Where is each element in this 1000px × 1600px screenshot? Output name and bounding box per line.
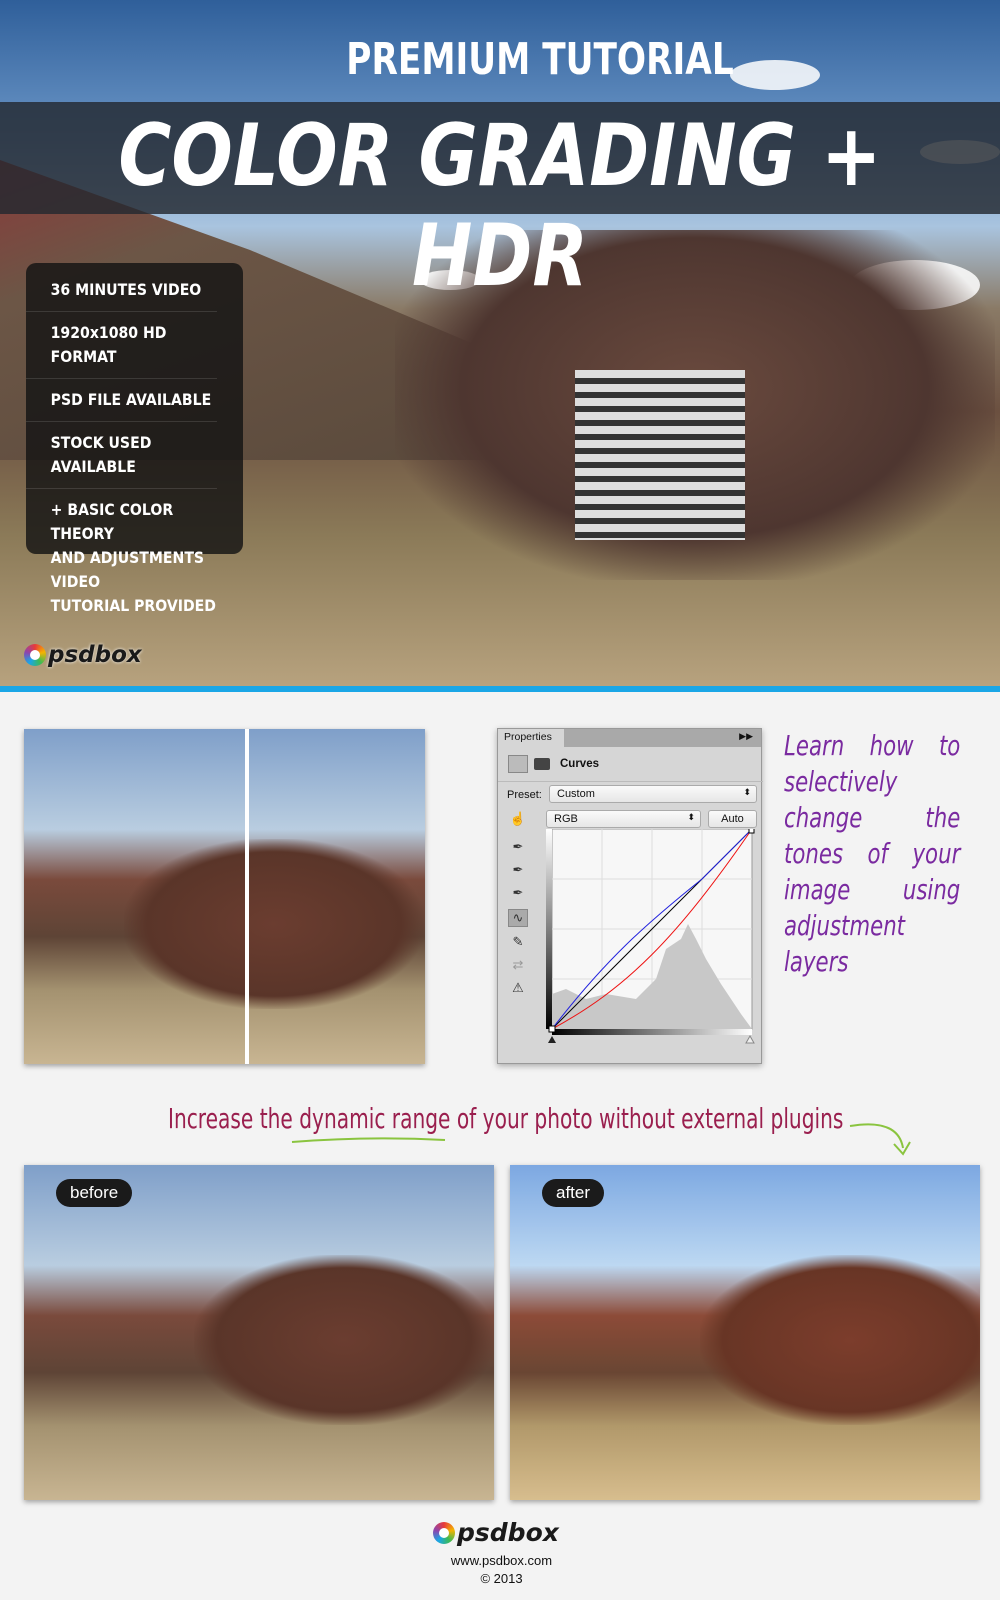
after-image: after: [510, 1165, 980, 1500]
footer-logo[interactable]: psdbox: [433, 1518, 559, 1547]
accent-divider: [0, 686, 1000, 692]
feature-item: + BASIC COLOR THEORY AND ADJUSTMENTS VID…: [50, 500, 216, 615]
kicker-title: PREMIUM TUTORIAL: [346, 34, 734, 85]
adjustment-name: Curves: [560, 758, 599, 770]
smooth-icon[interactable]: ⇄: [508, 957, 528, 975]
feature-item: PSD FILE AVAILABLE: [26, 379, 217, 422]
truck-grille: [575, 370, 745, 540]
hero-logo: psdbox: [24, 642, 142, 668]
feature-list: 36 MINUTES VIDEO 1920x1080 HD FORMAT PSD…: [26, 263, 243, 615]
mask-icon[interactable]: [534, 758, 550, 770]
before-image: before: [24, 1165, 494, 1500]
preset-select[interactable]: Custom ⬍: [549, 785, 757, 803]
feature-item: 36 MINUTES VIDEO: [26, 269, 217, 312]
logo-text: psdbox: [48, 642, 142, 668]
on-image-adjust-icon[interactable]: ☝: [508, 811, 528, 829]
feature-item: 1920x1080 HD FORMAT: [26, 312, 217, 379]
split-divider: [245, 729, 249, 1064]
black-eyedropper-icon[interactable]: ✒: [508, 839, 528, 857]
clipping-warning-icon[interactable]: ⚠: [508, 980, 528, 998]
white-point-slider[interactable]: [745, 1034, 755, 1044]
feature-item: STOCK USED AVAILABLE: [26, 422, 217, 489]
curves-description: Learn how to selectively change the tone…: [784, 729, 961, 978]
pencil-icon[interactable]: ✎: [508, 934, 528, 952]
footer-url[interactable]: www.psdbox.com: [0, 1553, 1000, 1568]
tab-properties[interactable]: Properties: [498, 729, 564, 747]
gray-eyedropper-icon[interactable]: ✒: [508, 862, 528, 880]
channel-value: RGB: [554, 813, 578, 825]
footer-copyright: © 2013: [480, 1571, 523, 1586]
channel-select[interactable]: RGB ⬍: [546, 810, 701, 828]
preset-label: Preset:: [507, 789, 542, 801]
logo-text: psdbox: [457, 1518, 559, 1547]
double-chevron-right-icon[interactable]: ▶▶: [739, 731, 753, 742]
psdbox-logo-icon: [433, 1521, 455, 1544]
split-comparison-image: [24, 729, 425, 1064]
psdbox-logo-icon: [24, 644, 46, 666]
curve-points-icon[interactable]: ∿: [508, 909, 528, 927]
after-badge: after: [542, 1179, 605, 1207]
curves-adjustment-icon[interactable]: [508, 755, 528, 773]
auto-button[interactable]: Auto: [708, 810, 757, 828]
white-eyedropper-icon[interactable]: ✒: [508, 885, 528, 903]
curved-arrow-icon: [849, 1123, 911, 1156]
before-badge: before: [56, 1179, 133, 1207]
curves-properties-panel: Properties ▶▶ Curves Preset: Custom ⬍ ☝ R…: [497, 728, 763, 1064]
hdr-caption: Increase the dynamic range of your photo…: [168, 1102, 844, 1135]
preset-value: Custom: [557, 788, 595, 800]
black-point-slider[interactable]: [548, 1036, 556, 1043]
curves-graph[interactable]: [546, 829, 758, 1049]
underline-scribble: [291, 1137, 446, 1143]
